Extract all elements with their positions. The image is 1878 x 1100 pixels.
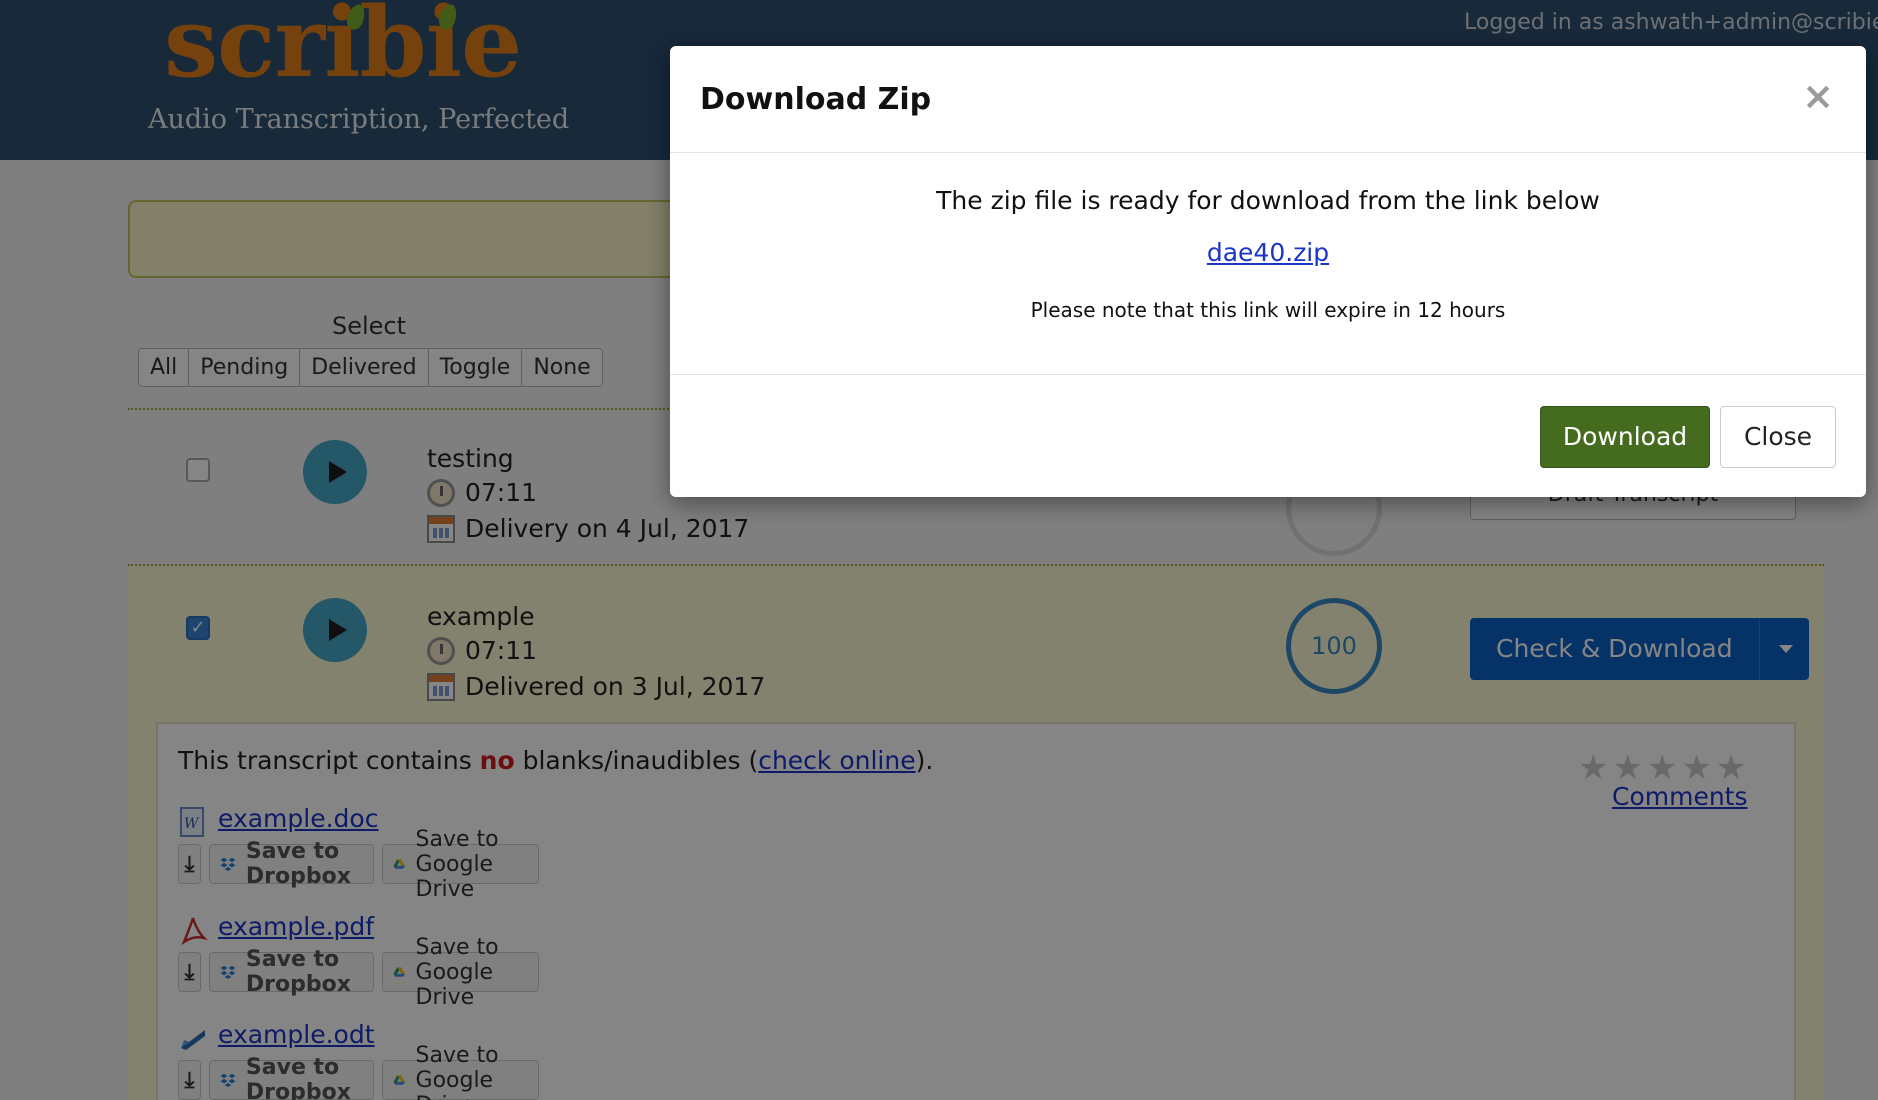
modal-message: The zip file is ready for download from … — [936, 186, 1600, 215]
close-icon[interactable]: × — [1802, 74, 1834, 118]
download-button[interactable]: Download — [1540, 406, 1710, 468]
modal-title: Download Zip — [700, 82, 932, 117]
modal-divider — [670, 152, 1866, 153]
modal-divider — [670, 374, 1866, 375]
download-zip-modal: Download Zip × The zip file is ready for… — [670, 46, 1866, 497]
expiry-note: Please note that this link will expire i… — [1030, 298, 1506, 322]
close-button[interactable]: Close — [1720, 406, 1836, 468]
zip-download-link: dae40.zip — [1206, 238, 1330, 267]
